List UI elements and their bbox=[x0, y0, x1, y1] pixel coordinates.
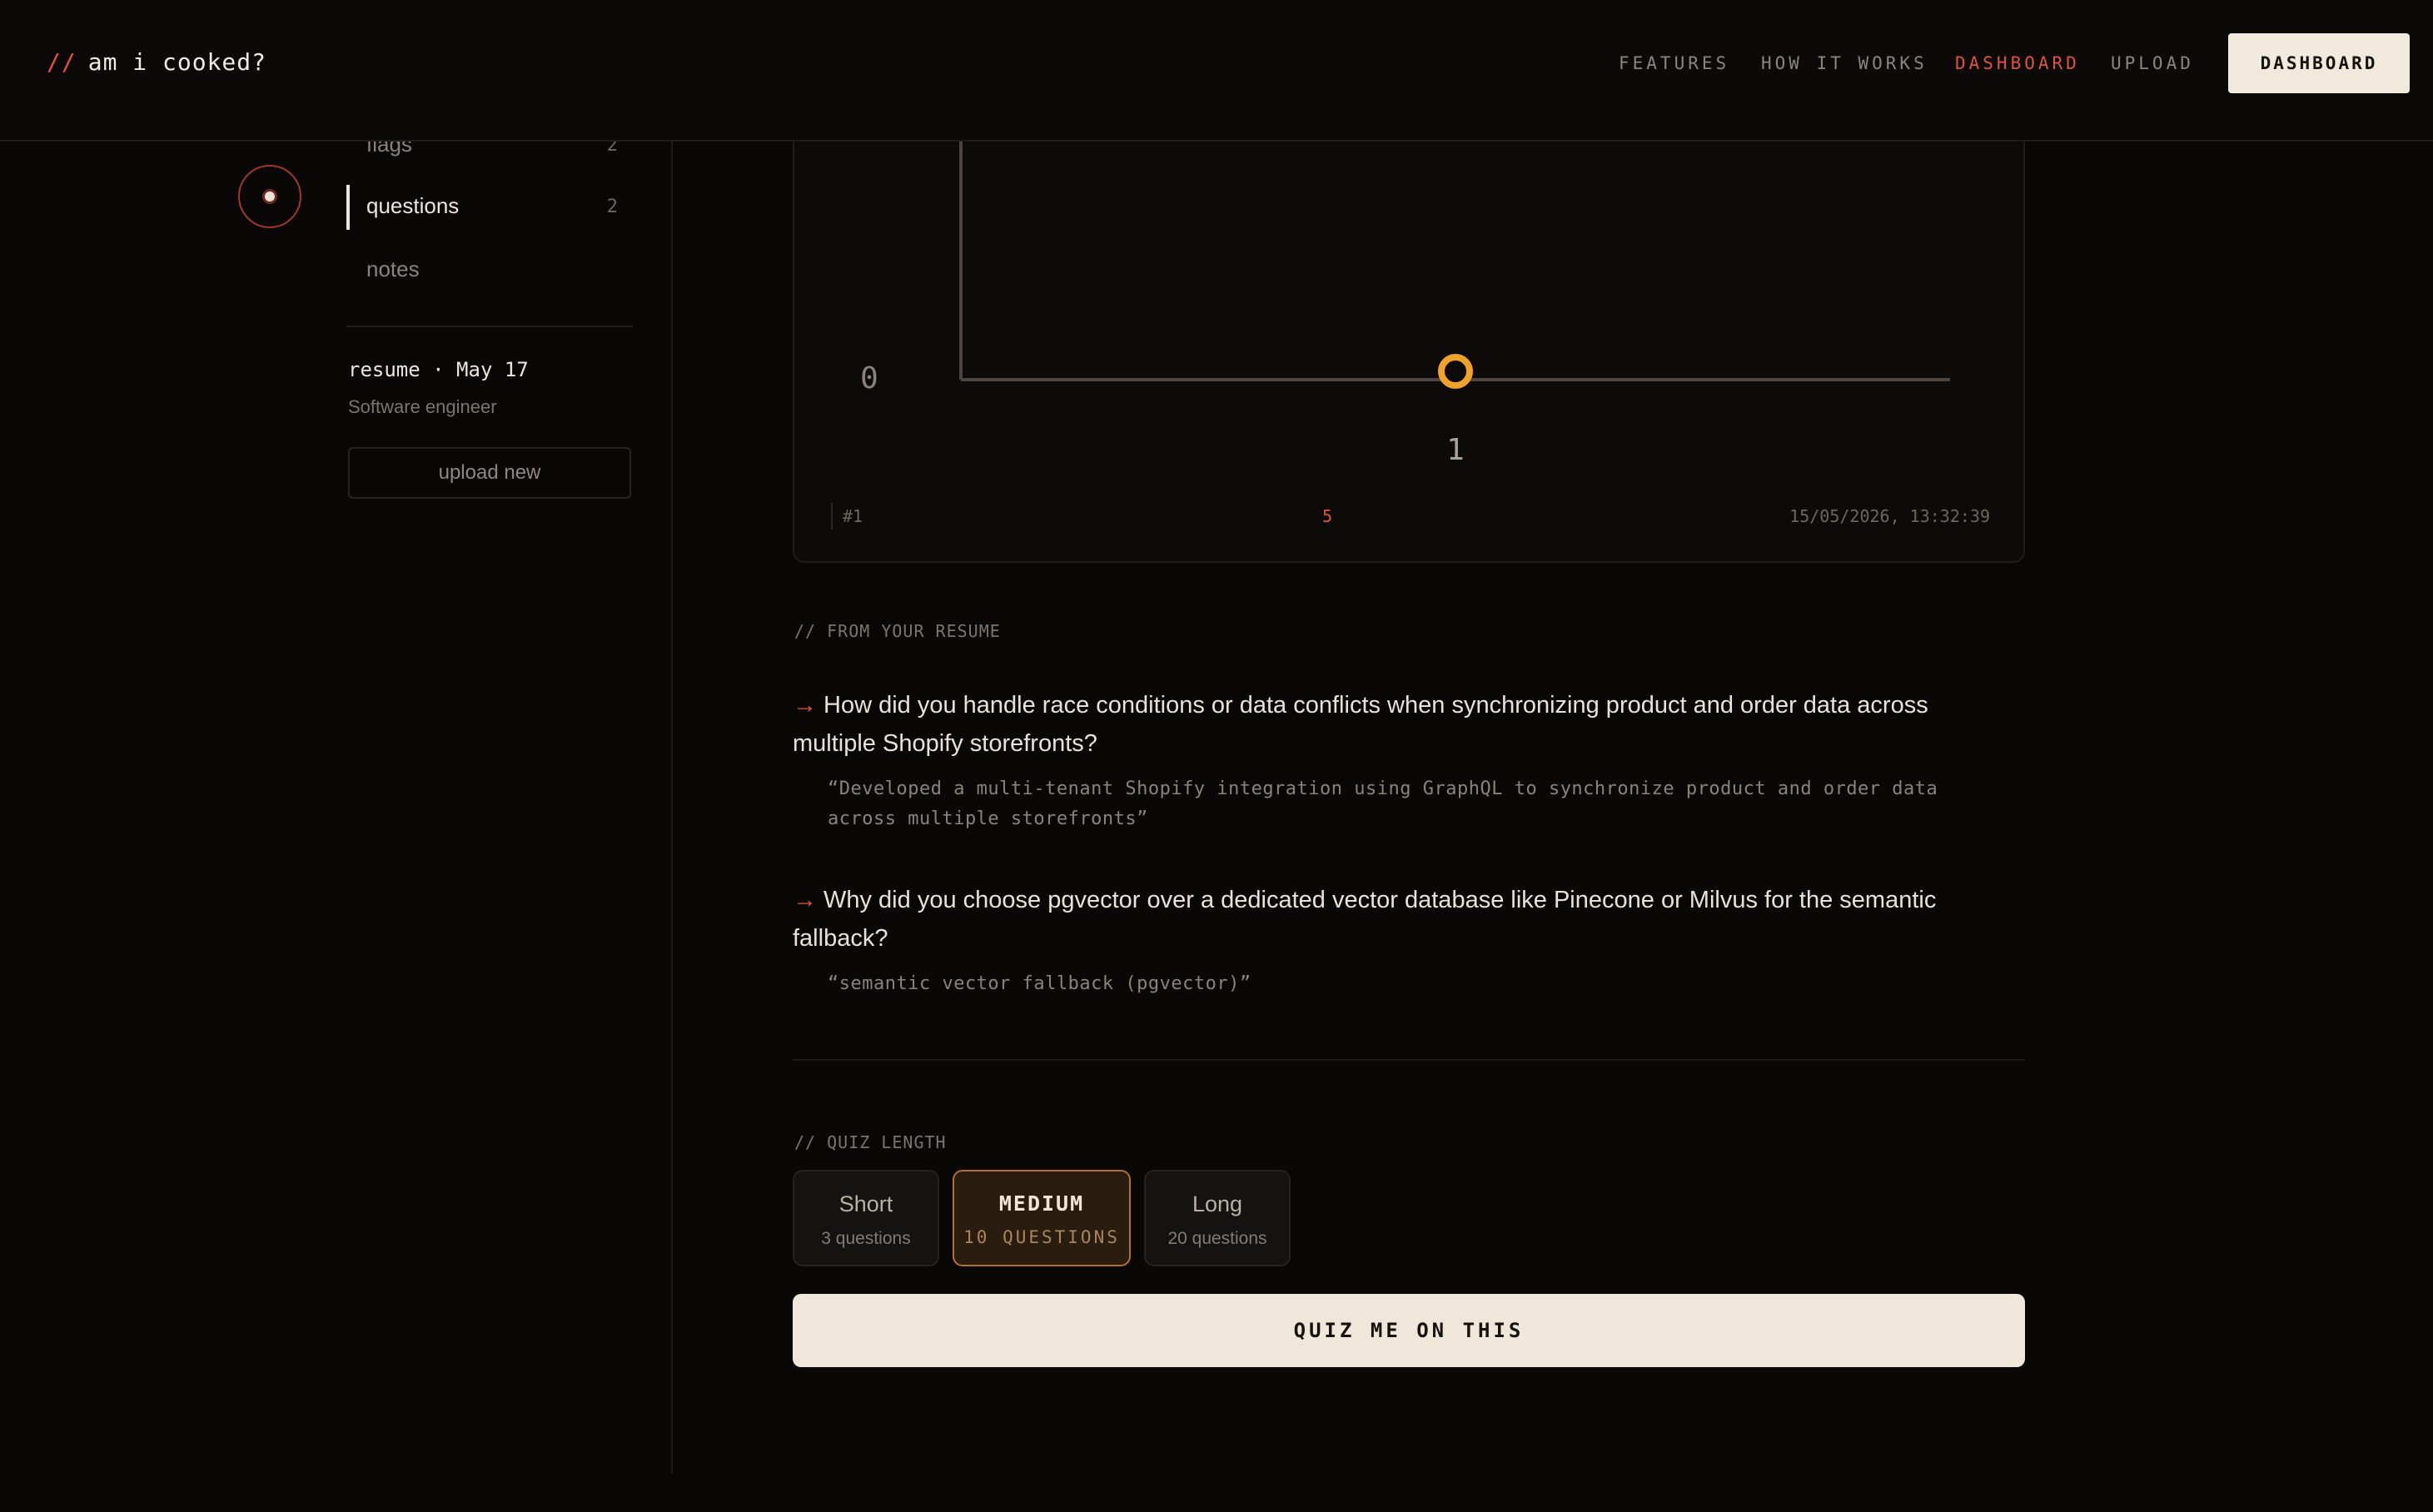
from-resume-label: // FROM YOUR RESUME bbox=[794, 621, 1001, 641]
record-icon-dot bbox=[265, 191, 275, 201]
resume-quote: “semantic vector fallback (pgvector)” bbox=[828, 973, 1251, 994]
sidebar-item-label: notes bbox=[366, 256, 420, 281]
quiz-option-long[interactable]: Long 20 questions bbox=[1144, 1170, 1291, 1266]
sidebar-item-notes[interactable]: notes bbox=[346, 246, 633, 293]
resume-title: resume · May 17 bbox=[348, 358, 529, 381]
option-subtitle: 10 QUESTIONS bbox=[963, 1227, 1120, 1247]
question-text: → Why did you choose pgvector over a dedi… bbox=[793, 881, 1975, 957]
question-text: → How did you handle race conditions or d… bbox=[793, 686, 1975, 763]
nav-how-it-works[interactable]: HOW IT WORKS bbox=[1761, 53, 1928, 73]
sidebar-border bbox=[671, 140, 673, 1474]
sidebar-item-questions[interactable]: questions 2 bbox=[346, 183, 633, 230]
option-title: Short bbox=[838, 1191, 893, 1216]
sidebar-divider bbox=[346, 326, 633, 327]
top-nav: // am i cooked? FEATURES HOW IT WORKS DAS… bbox=[0, 0, 2433, 142]
nav-upload[interactable]: UPLOAD bbox=[2111, 53, 2194, 73]
record-icon[interactable] bbox=[238, 165, 301, 228]
sidebar-item-label: questions bbox=[366, 193, 460, 218]
arrow-right-icon: → bbox=[793, 692, 817, 719]
nav-dashboard[interactable]: DASHBOARD bbox=[1955, 53, 2080, 73]
option-title: MEDIUM bbox=[998, 1191, 1085, 1216]
resume-quote: “Developed a multi-tenant Shopify integr… bbox=[828, 778, 1938, 829]
score-chart: 0 1 bbox=[860, 142, 1950, 467]
arrow-right-icon: → bbox=[793, 887, 817, 913]
meta-divider bbox=[831, 503, 833, 530]
active-indicator bbox=[346, 185, 350, 230]
resume-subtitle: Software engineer bbox=[348, 396, 497, 417]
brand-name: am i cooked? bbox=[87, 48, 267, 76]
quiz-me-button[interactable]: QUIZ ME ON THIS bbox=[793, 1294, 2025, 1367]
points-layer bbox=[1438, 354, 1473, 389]
section-divider bbox=[793, 1059, 2025, 1061]
y-tick-label: 0 bbox=[860, 361, 878, 395]
score-chart-card: 0 1 #1 5 15/05/2026, 13:32:39 bbox=[793, 92, 2025, 563]
quiz-option-medium[interactable]: MEDIUM 10 QUESTIONS bbox=[953, 1170, 1131, 1266]
question-body: How did you handle race conditions or da… bbox=[793, 692, 1928, 757]
x-tick-label: 1 bbox=[1446, 433, 1465, 467]
attempt-number: #1 bbox=[843, 506, 863, 526]
brand-slashes: // bbox=[47, 48, 77, 76]
resume-question: → How did you handle race conditions or d… bbox=[793, 686, 1975, 834]
quiz-option-short[interactable]: Short 3 questions bbox=[793, 1170, 939, 1266]
dashboard-button[interactable]: DASHBOARD bbox=[2228, 33, 2410, 93]
option-subtitle: 3 questions bbox=[821, 1229, 911, 1248]
brand-logo[interactable]: // am i cooked? bbox=[47, 48, 266, 76]
quiz-length-label: // QUIZ LENGTH bbox=[794, 1132, 947, 1152]
attempt-timestamp: 15/05/2026, 13:32:39 bbox=[1789, 506, 1990, 526]
score-point[interactable] bbox=[1438, 354, 1473, 389]
upload-new-button[interactable]: upload new bbox=[348, 447, 631, 499]
option-title: Long bbox=[1192, 1191, 1243, 1216]
sidebar-item-count: 2 bbox=[606, 196, 618, 217]
nav-features[interactable]: FEATURES bbox=[1619, 53, 1729, 73]
question-body: Why did you choose pgvector over a dedic… bbox=[793, 887, 1937, 952]
attempt-score: 5 bbox=[1322, 506, 1333, 526]
option-subtitle: 20 questions bbox=[1167, 1229, 1267, 1248]
resume-question: → Why did you choose pgvector over a dedi… bbox=[793, 881, 1975, 999]
